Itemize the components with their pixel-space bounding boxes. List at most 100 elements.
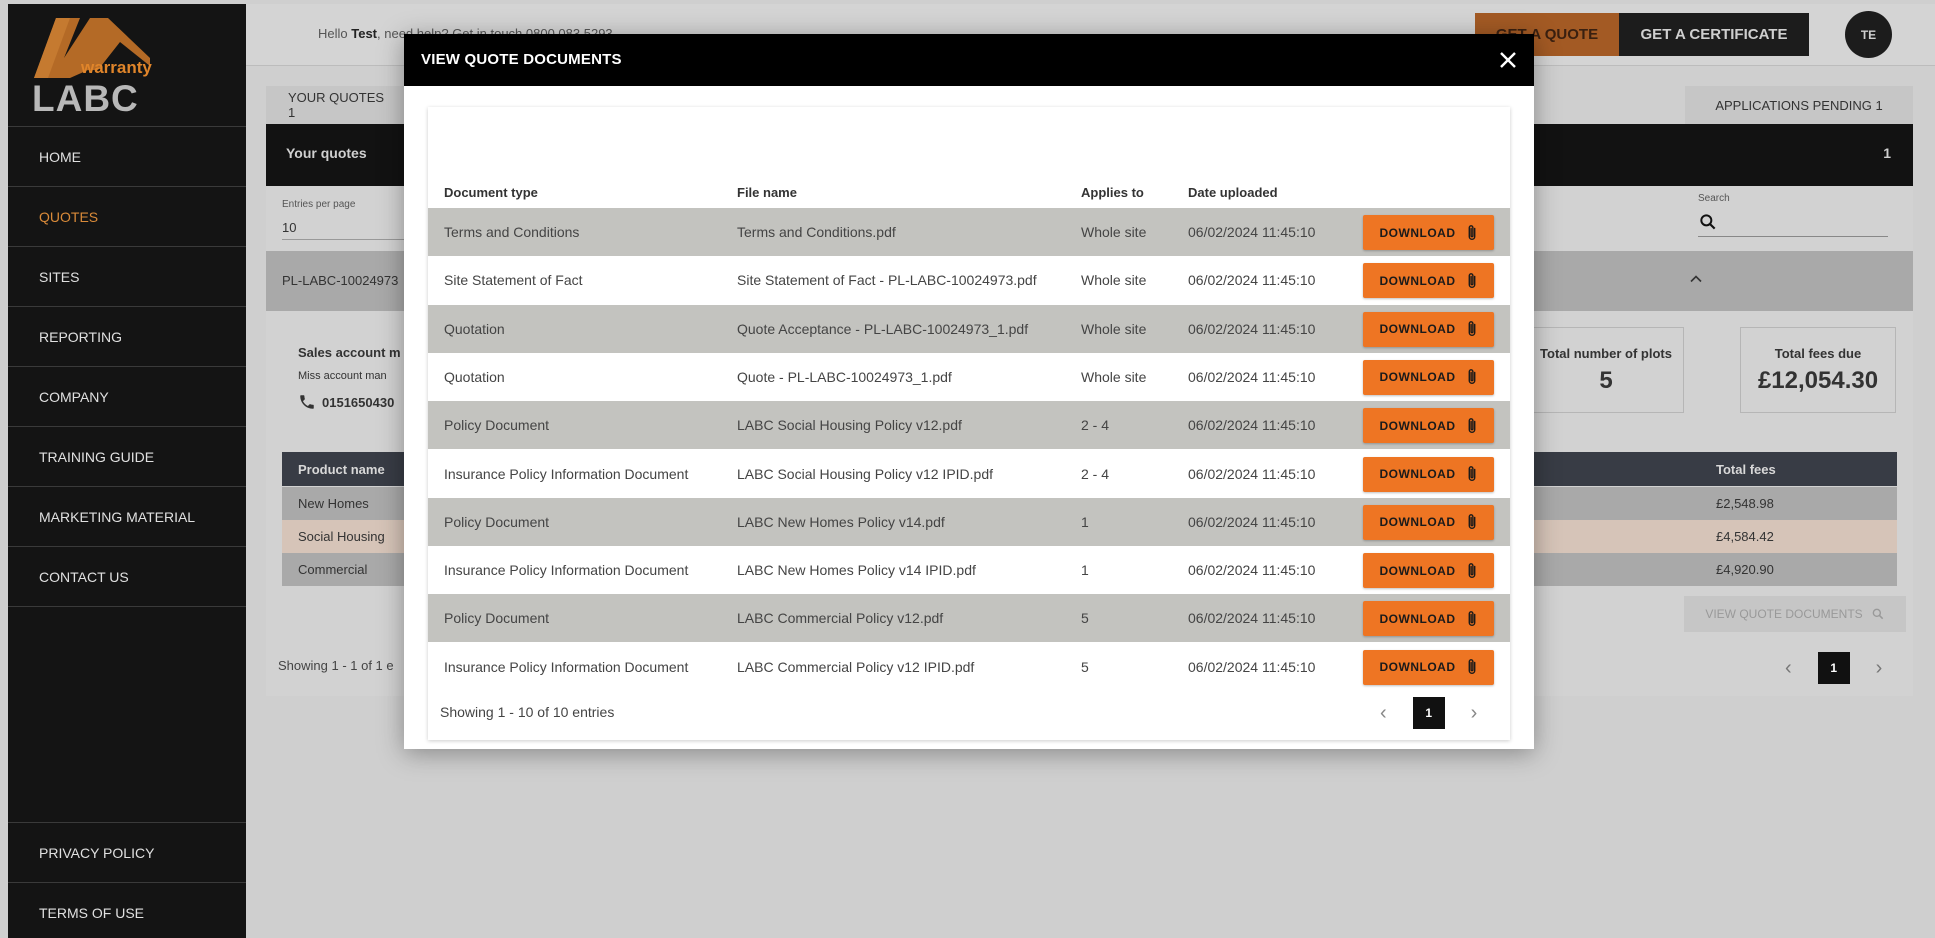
file-name: LABC New Homes Policy v14.pdf — [737, 513, 945, 530]
greeting-prefix: Hello — [318, 26, 352, 41]
paperclip-icon — [1468, 466, 1475, 481]
page-number[interactable]: 1 — [1412, 697, 1445, 729]
table-row: Quotation Quote - PL-LABC-10024973_1.pdf W… — [428, 352, 1510, 401]
file-name: Quote - PL-LABC-10024973_1.pdf — [737, 368, 952, 385]
paperclip-icon — [1468, 272, 1475, 288]
chevron-right-icon[interactable]: › — [1471, 702, 1478, 725]
product-name: Social Housing — [298, 529, 385, 544]
file-name: Site Statement of Fact - PL-LABC-1002497… — [737, 272, 1037, 289]
entries-per-page-label: Entries per page — [282, 199, 356, 210]
download-label: DOWNLOAD — [1379, 563, 1456, 578]
table-row: Policy Document LABC Commercial Policy v1… — [428, 594, 1510, 643]
file-name: LABC Commercial Policy v12.pdf — [737, 610, 944, 627]
date-uploaded: 06/02/2024 11:45:10 — [1188, 658, 1316, 675]
date-uploaded: 06/02/2024 11:45:10 — [1188, 368, 1316, 385]
table-row: Insurance Policy Information Document LAB… — [428, 546, 1510, 595]
paperclip-icon — [1468, 224, 1475, 240]
nav-company[interactable]: COMPANY — [8, 367, 246, 427]
view-quote-documents-button[interactable]: VIEW QUOTE DOCUMENTS — [1684, 596, 1906, 632]
download-button[interactable]: DOWNLOAD — [1363, 504, 1494, 540]
table-row: Quotation Quote Acceptance - PL-LABC-1002… — [428, 304, 1510, 353]
greeting-user: Test — [351, 26, 378, 41]
download-button[interactable]: DOWNLOAD — [1363, 359, 1494, 395]
download-label: DOWNLOAD — [1379, 611, 1456, 626]
quote-reference: PL-LABC-10024973 — [282, 273, 399, 288]
view-docs-label: VIEW QUOTE DOCUMENTS — [1705, 607, 1863, 621]
download-button[interactable]: DOWNLOAD — [1363, 601, 1494, 637]
chevron-up-icon[interactable] — [1686, 269, 1706, 289]
search-label: Search — [1698, 193, 1730, 204]
download-label: DOWNLOAD — [1379, 418, 1456, 433]
nav-contact-us[interactable]: CONTACT US — [8, 547, 246, 607]
file-name: LABC Social Housing Policy v12 IPID.pdf — [737, 465, 994, 482]
nav-privacy-policy[interactable]: PRIVACY POLICY — [8, 823, 246, 883]
product-fees: £4,920.90 — [1716, 562, 1774, 577]
file-name: LABC New Homes Policy v14 IPID.pdf — [737, 562, 976, 579]
quotes-pagination: ‹ 1 › — [1785, 652, 1882, 684]
nav-sites[interactable]: SITES — [8, 247, 246, 307]
table-row: Terms and Conditions Terms and Conditions… — [428, 208, 1510, 256]
logo-warranty-text: warranty — [81, 58, 152, 77]
phone-number: 0151650430 — [322, 394, 395, 410]
download-button[interactable]: DOWNLOAD — [1363, 263, 1494, 299]
nav-marketing-material[interactable]: MARKETING MATERIAL — [8, 487, 246, 547]
paperclip-icon — [1468, 417, 1475, 433]
date-uploaded: 06/02/2024 11:45:10 — [1188, 562, 1316, 579]
nav-quotes[interactable]: QUOTES — [8, 187, 246, 247]
download-button[interactable]: DOWNLOAD — [1363, 553, 1494, 589]
paperclip-icon — [1468, 659, 1475, 675]
modal-header: VIEW QUOTE DOCUMENTS — [404, 34, 1534, 86]
nav-terms-of-use[interactable]: TERMS OF USE — [8, 883, 246, 938]
download-button[interactable]: DOWNLOAD — [1363, 311, 1494, 347]
labc-warranty-logo[interactable]: warranty LABC — [26, 18, 161, 119]
footer-nav: PRIVACY POLICY TERMS OF USE — [8, 822, 246, 938]
paperclip-icon — [1468, 369, 1475, 385]
col-date-uploaded: Date uploaded — [1188, 185, 1278, 200]
get-certificate-button[interactable]: GET A CERTIFICATE — [1619, 13, 1809, 56]
document-type: Policy Document — [444, 513, 550, 530]
download-label: DOWNLOAD — [1379, 322, 1456, 337]
product-fees: £2,548.98 — [1716, 496, 1774, 511]
download-label: DOWNLOAD — [1379, 273, 1456, 288]
download-button[interactable]: DOWNLOAD — [1363, 456, 1494, 492]
nav-reporting[interactable]: REPORTING — [8, 307, 246, 367]
documents-card: Document type File name Applies to Date … — [428, 107, 1510, 740]
page-number[interactable]: 1 — [1817, 652, 1850, 684]
tab-your-quotes[interactable]: YOUR QUOTES 1 — [266, 86, 416, 124]
documents-showing-text: Showing 1 - 10 of 10 entries — [440, 704, 615, 720]
paperclip-icon — [1468, 562, 1475, 578]
product-name: New Homes — [298, 496, 369, 511]
download-label: DOWNLOAD — [1379, 370, 1456, 385]
close-icon[interactable] — [1496, 48, 1520, 72]
date-uploaded: 06/02/2024 11:45:10 — [1188, 513, 1316, 530]
nav-training-guide[interactable]: TRAINING GUIDE — [8, 427, 246, 487]
applies-to: 1 — [1081, 513, 1089, 530]
download-button[interactable]: DOWNLOAD — [1363, 649, 1494, 685]
nav-home[interactable]: HOME — [8, 127, 246, 187]
col-product-name: Product name — [298, 462, 385, 477]
applies-to: 5 — [1081, 658, 1089, 675]
chevron-left-icon[interactable]: ‹ — [1380, 702, 1387, 725]
phone-icon — [300, 395, 314, 409]
total-plots-value: 5 — [1599, 367, 1613, 394]
search-input[interactable] — [1698, 236, 1888, 237]
file-name: LABC Social Housing Policy v12.pdf — [737, 417, 962, 434]
col-applies-to: Applies to — [1081, 185, 1144, 200]
date-uploaded: 06/02/2024 11:45:10 — [1188, 272, 1316, 289]
document-type: Insurance Policy Information Document — [444, 658, 689, 675]
download-button[interactable]: DOWNLOAD — [1363, 408, 1494, 444]
download-button[interactable]: DOWNLOAD — [1363, 215, 1494, 250]
chevron-right-icon[interactable]: › — [1876, 657, 1883, 680]
chevron-left-icon[interactable]: ‹ — [1785, 657, 1792, 680]
date-uploaded: 06/02/2024 11:45:10 — [1188, 224, 1316, 240]
table-row: Policy Document LABC Social Housing Polic… — [428, 401, 1510, 450]
applies-to: Whole site — [1081, 272, 1147, 289]
date-uploaded: 06/02/2024 11:45:10 — [1188, 610, 1316, 627]
entries-per-page-select[interactable]: 10 — [282, 220, 412, 240]
col-document-type: Document type — [444, 185, 538, 200]
user-avatar[interactable]: TE — [1845, 11, 1892, 58]
document-type: Insurance Policy Information Document — [444, 465, 689, 482]
document-type: Quotation — [444, 320, 505, 337]
tab-applications-pending[interactable]: APPLICATIONS PENDING 1 — [1685, 86, 1913, 124]
product-name: Commercial — [298, 562, 368, 577]
